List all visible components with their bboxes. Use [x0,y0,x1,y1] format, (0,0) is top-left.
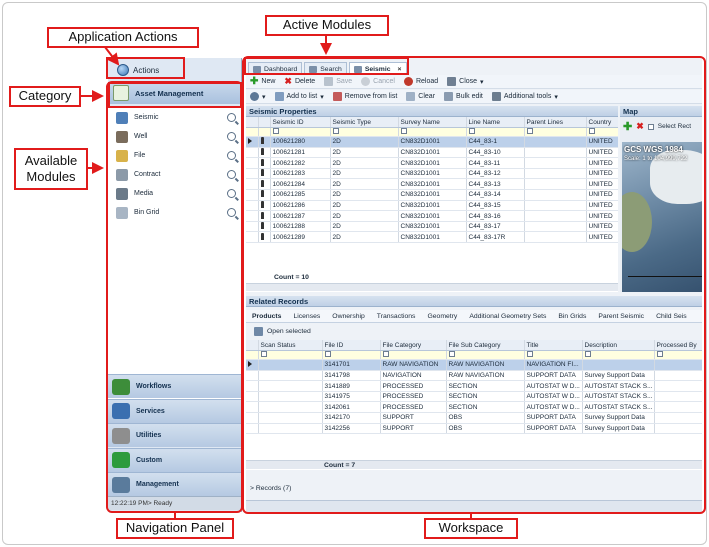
active-modules-text: Active Modules [282,17,372,33]
workspace-highlight [242,56,706,514]
application-actions-text: Application Actions [68,29,178,45]
available-modules-text: Available Modules [24,152,78,184]
available-modules-callout: Available Modules [14,148,88,190]
category-callout: Category [9,86,81,107]
navigation-panel-callout: Navigation Panel [116,518,234,539]
category-text: Category [18,88,72,104]
application-actions-callout: Application Actions [47,27,199,48]
navigation-panel-highlight [106,81,243,513]
navigation-panel-text: Navigation Panel [125,520,225,536]
workspace-callout: Workspace [424,518,518,539]
active-modules-callout: Active Modules [265,15,389,36]
actions-highlight [106,57,185,79]
workspace-text: Workspace [438,520,504,536]
